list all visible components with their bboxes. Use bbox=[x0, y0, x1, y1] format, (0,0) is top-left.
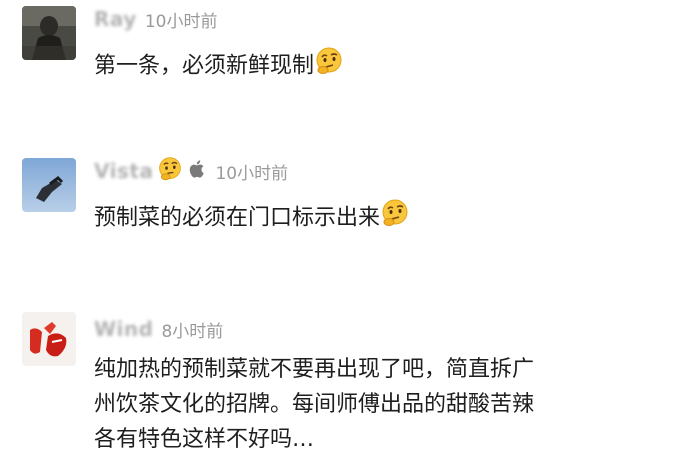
comment-item: Wind 8小时前 纯加热的预制菜就不要再出现了吧，简直拆广 州饮茶文化的招牌。… bbox=[0, 0, 698, 475]
avatar[interactable] bbox=[22, 312, 76, 366]
timestamp: 8小时前 bbox=[161, 321, 224, 342]
comment-text-line: 州饮茶文化的招牌。每间师傅出品的甜酸苦辣 bbox=[94, 392, 535, 417]
username[interactable]: Wind bbox=[94, 317, 153, 341]
comment-text-line: 纯加热的预制菜就不要再出现了吧，简直拆广 bbox=[94, 357, 535, 382]
comment-text: 纯加热的预制菜就不要再出现了吧，简直拆广 州饮茶文化的招牌。每间师傅出品的甜酸苦… bbox=[94, 352, 654, 457]
comment-text-line: 各有特色这样不好吗… bbox=[94, 427, 315, 452]
